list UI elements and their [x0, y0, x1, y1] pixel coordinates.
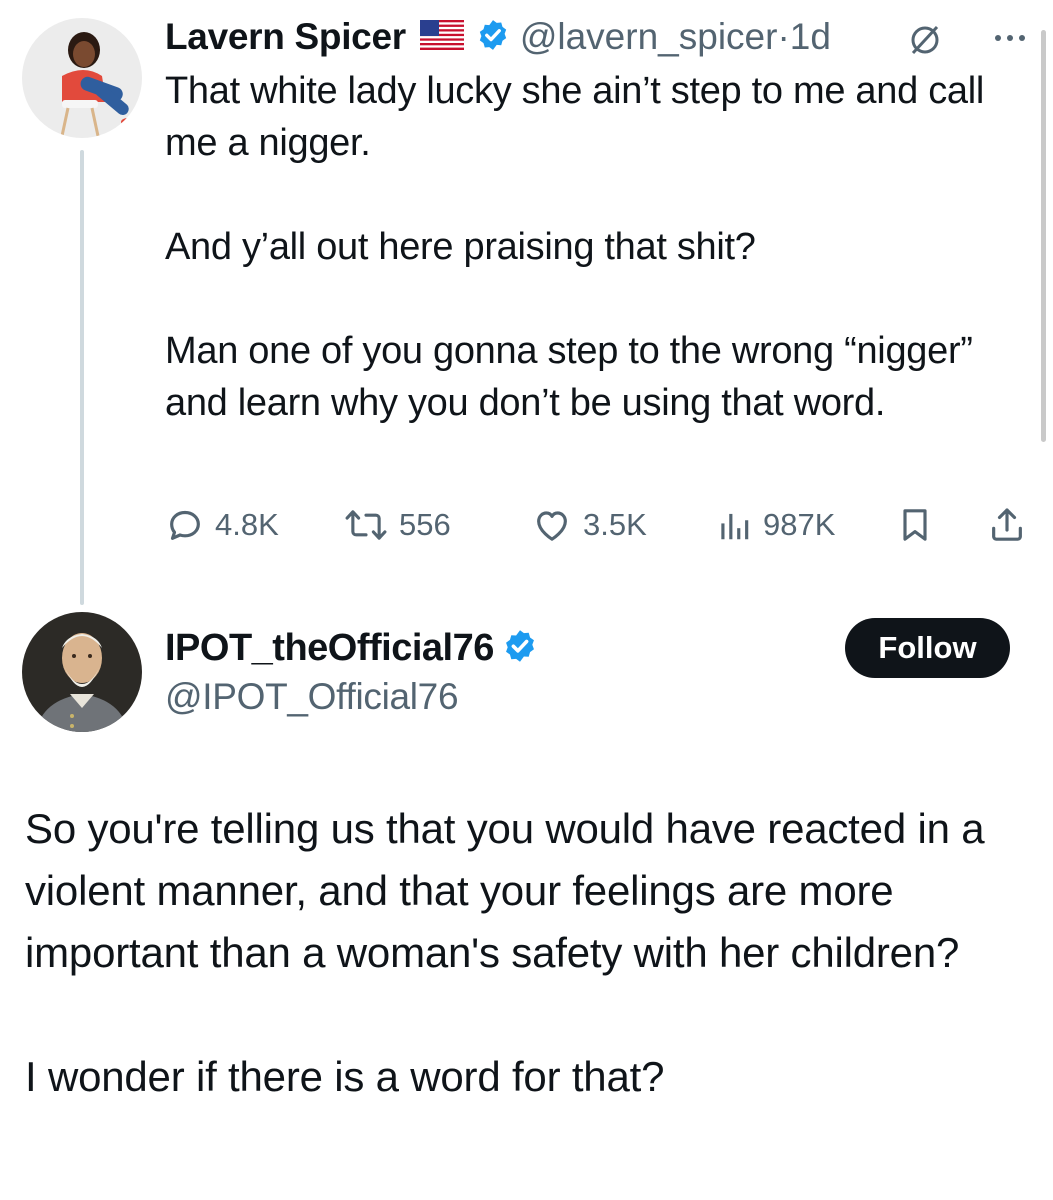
us-flag-icon [419, 19, 464, 55]
views-icon [721, 513, 749, 540]
like-count: 3.5K [583, 507, 647, 542]
repost-button[interactable]: 556 [343, 500, 451, 550]
share-button[interactable] [987, 500, 1037, 550]
reply-button[interactable]: 4.8K [165, 500, 279, 550]
like-icon [537, 511, 567, 541]
repost-icon [345, 510, 387, 540]
author-handle[interactable]: @lavern_spicer·1d [520, 16, 831, 58]
no-edit-icon [905, 20, 945, 65]
views-button[interactable]: 987K [715, 500, 835, 550]
reply-count: 4.8K [215, 507, 279, 542]
tweet-actions: 4.8K 556 3.5K 987K [165, 500, 1035, 550]
share-icon [992, 508, 1022, 541]
reply-author-name[interactable]: IPOT_theOfficial76 [165, 627, 494, 670]
separator-dot: · [777, 16, 790, 57]
reply-author-handle[interactable]: @IPOT_Official76 [165, 676, 459, 718]
tweet-header: Lavern Spicer @lavern_spicer·1d [165, 12, 831, 62]
like-button[interactable]: 3.5K [531, 500, 647, 550]
tweet-body: That white lady lucky she ain’t step to … [165, 65, 1025, 429]
reply-paragraph: I wonder if there is a word for that? [25, 1053, 665, 1100]
verified-badge-icon [476, 18, 510, 57]
tweet-time[interactable]: 1d [790, 16, 831, 57]
tweet-paragraph: And y’all out here praising that shit? [165, 226, 756, 268]
bookmark-icon [903, 509, 927, 541]
verified-badge-icon [502, 628, 538, 669]
view-count: 987K [763, 507, 836, 542]
tweet-paragraph: That white lady lucky she ain’t step to … [165, 70, 985, 164]
reply-paragraph: So you're telling us that you would have… [25, 805, 985, 976]
reply-header: IPOT_theOfficial76 [165, 620, 538, 676]
repost-count: 556 [399, 507, 451, 542]
more-icon[interactable] [992, 20, 1028, 61]
follow-button[interactable]: Follow [845, 618, 1010, 678]
reply-icon [170, 510, 200, 540]
avatar-lavern-spicer[interactable] [22, 18, 142, 138]
author-name[interactable]: Lavern Spicer [165, 16, 406, 58]
thread-connector-line [80, 150, 84, 605]
reply-body: So you're telling us that you would have… [25, 798, 1035, 1108]
bookmark-button[interactable] [895, 500, 945, 550]
scrollbar[interactable] [1041, 30, 1046, 442]
avatar-ipot-theofficial76[interactable] [22, 612, 142, 732]
tweet-paragraph: Man one of you gonna step to the wrong “… [165, 330, 973, 424]
